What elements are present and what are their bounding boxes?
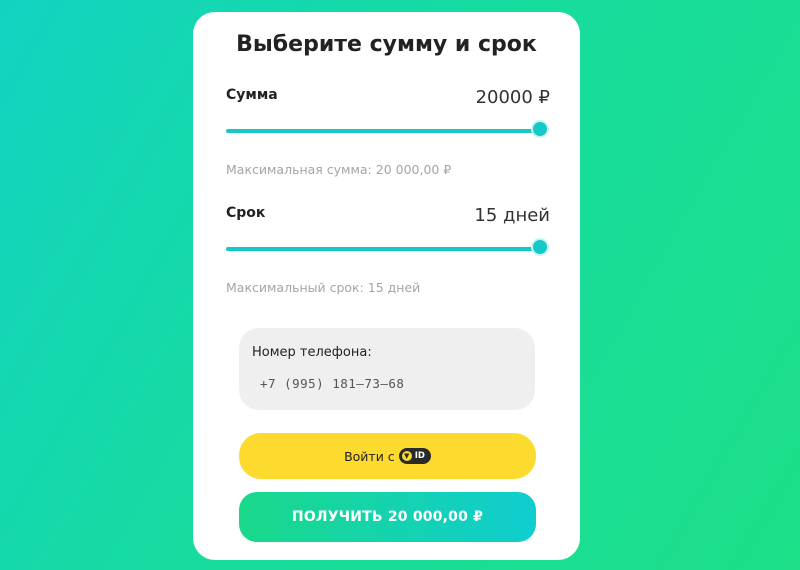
phone-field-container: Номер телефона: [239, 328, 535, 410]
amount-slider[interactable] [226, 120, 549, 138]
term-value: 15 дней [474, 205, 550, 226]
term-slider[interactable] [226, 238, 549, 256]
form-title: Выберите сумму и срок [236, 32, 537, 57]
amount-label: Сумма [226, 87, 278, 103]
term-slider-fill [226, 247, 540, 251]
id-badge: ▼ ID [398, 448, 431, 464]
phone-input[interactable] [252, 371, 530, 395]
id-badge-text: ID [414, 451, 425, 461]
term-max-hint: Максимальный срок: 15 дней [226, 280, 421, 295]
amount-value: 20000 ₽ [475, 87, 550, 108]
get-loan-button[interactable]: ПОЛУЧИТЬ 20 000,00 ₽ [239, 492, 536, 542]
amount-max-hint: Максимальная сумма: 20 000,00 ₽ [226, 162, 452, 177]
login-with-id-button[interactable]: Войти с ▼ ID [239, 433, 536, 479]
loan-calculator-card: Выберите сумму и срок Сумма 20000 ₽ Макс… [193, 12, 580, 560]
amount-slider-thumb[interactable] [531, 120, 549, 138]
amount-slider-fill [226, 129, 540, 133]
term-slider-thumb[interactable] [531, 238, 549, 256]
shield-icon: ▼ [401, 451, 412, 461]
term-label: Срок [226, 205, 266, 221]
login-button-label: Войти с [344, 448, 395, 464]
phone-label: Номер телефона: [252, 345, 372, 360]
